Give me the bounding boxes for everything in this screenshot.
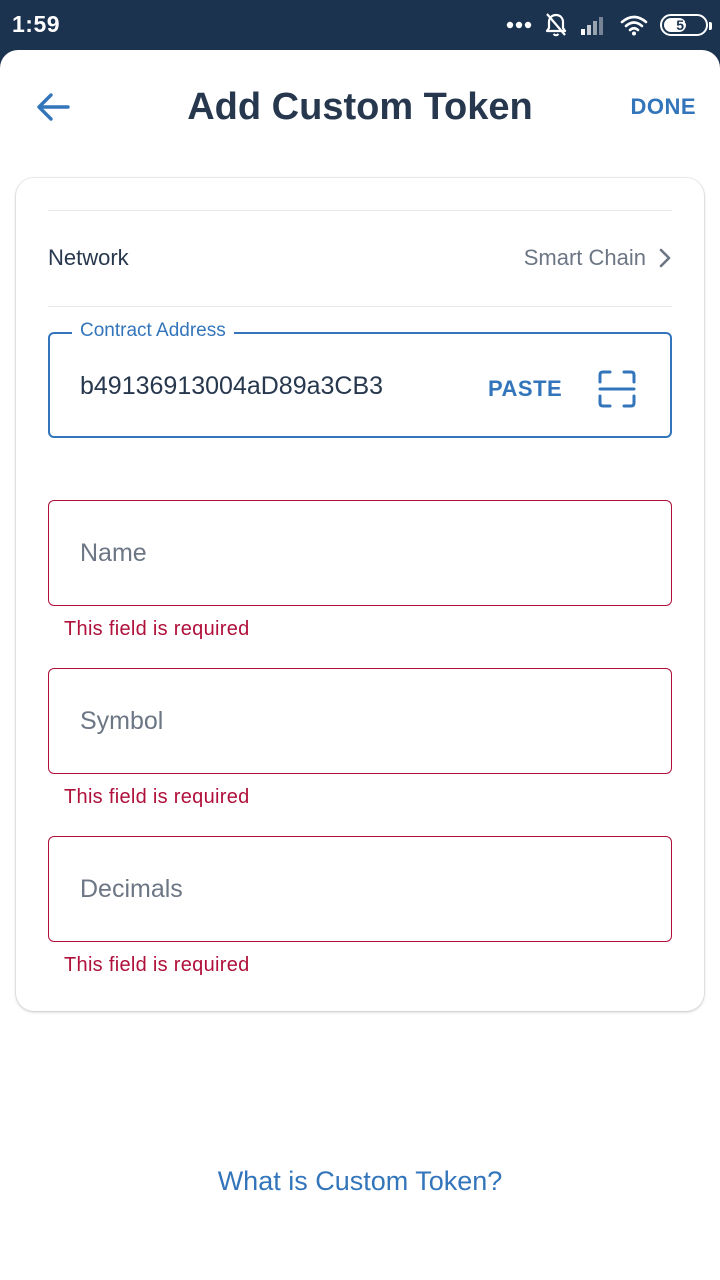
divider xyxy=(48,210,672,211)
name-input[interactable]: Name xyxy=(48,500,672,606)
status-time: 1:59 xyxy=(12,11,61,37)
symbol-placeholder: Symbol xyxy=(80,707,164,735)
status-icons: 51 xyxy=(506,10,712,40)
chevron-right-icon xyxy=(659,248,671,268)
bell-off-icon xyxy=(545,13,567,37)
network-value: Smart Chain xyxy=(523,245,646,270)
scan-button[interactable] xyxy=(598,370,636,408)
name-placeholder: Name xyxy=(80,539,147,567)
symbol-input[interactable]: Symbol xyxy=(48,668,672,774)
scan-icon xyxy=(598,370,636,408)
page-title: Add Custom Token xyxy=(187,86,533,128)
network-value-group: Smart Chain xyxy=(524,245,672,271)
done-button[interactable]: DONE xyxy=(630,94,696,120)
status-bar: 1:59 51 xyxy=(0,0,720,50)
decimals-error-message: This field is required xyxy=(64,954,250,976)
battery-icon: 51 xyxy=(660,14,712,36)
what-is-custom-token-link[interactable]: What is Custom Token? xyxy=(0,1166,720,1197)
contract-address-label: Contract Address xyxy=(72,320,234,342)
decimals-placeholder: Decimals xyxy=(80,875,183,903)
add-custom-token-screen: Add Custom Token DONE Network Smart Chai… xyxy=(0,50,720,1280)
contract-address-field[interactable]: Contract Address b49136913004aD89a3CB3 P… xyxy=(48,320,672,438)
signal-icon xyxy=(581,17,603,35)
wifi-icon xyxy=(620,15,648,36)
network-label: Network xyxy=(48,245,129,270)
battery-level: 51 xyxy=(676,17,692,33)
network-selector[interactable]: Network Smart Chain xyxy=(48,212,672,304)
token-form-card: Network Smart Chain Contract Address b49… xyxy=(16,178,704,1011)
decimals-input[interactable]: Decimals xyxy=(48,836,672,942)
symbol-error-message: This field is required xyxy=(64,786,250,808)
contract-address-input[interactable]: b49136913004aD89a3CB3 xyxy=(80,372,383,401)
paste-button[interactable]: PASTE xyxy=(488,376,562,402)
name-error-message: This field is required xyxy=(64,618,250,640)
divider xyxy=(48,306,672,307)
more-dots-icon xyxy=(506,21,532,29)
